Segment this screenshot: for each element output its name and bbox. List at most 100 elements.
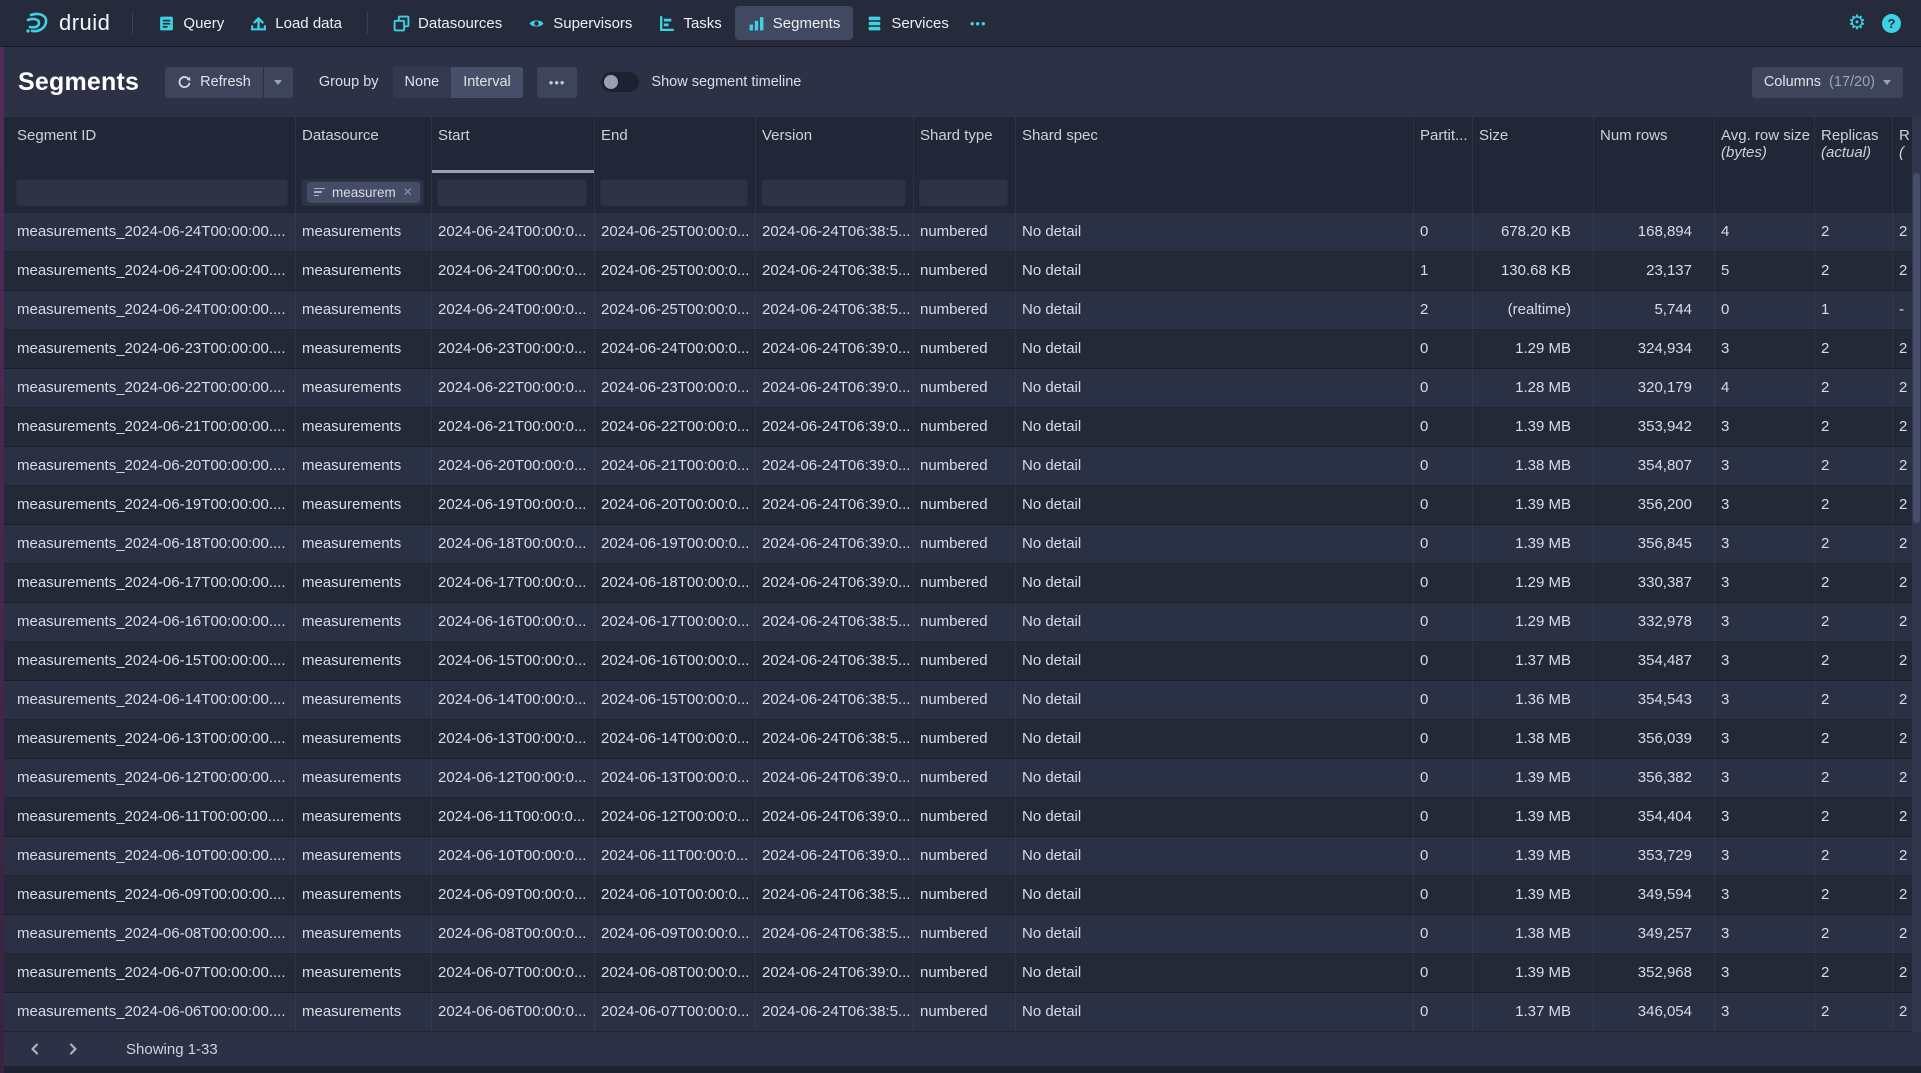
cell-version[interactable]: 2024-06-24T06:38:5... — [755, 603, 913, 641]
cell-num_rows[interactable]: 356,382 — [1593, 759, 1714, 797]
cell-end[interactable]: 2024-06-25T00:00:0... — [594, 291, 755, 329]
cell-shard_spec[interactable]: No detail — [1015, 993, 1413, 1031]
cell-end[interactable]: 2024-06-15T00:00:0... — [594, 681, 755, 719]
table-row[interactable]: measurements_2024-06-07T00:00:00....meas… — [0, 954, 1921, 993]
table-row[interactable]: measurements_2024-06-24T00:00:00....meas… — [0, 213, 1921, 252]
column-header-partition[interactable]: Partit... — [1413, 117, 1472, 173]
cell-shard_spec[interactable]: No detail — [1015, 915, 1413, 953]
cell-datasource[interactable]: measurements — [295, 642, 431, 680]
cell-version[interactable]: 2024-06-24T06:39:0... — [755, 759, 913, 797]
cell-end[interactable]: 2024-06-19T00:00:0... — [594, 525, 755, 563]
cell-partition[interactable]: 0 — [1413, 564, 1472, 602]
column-header-num_rows[interactable]: Num rows — [1593, 117, 1714, 173]
cell-size[interactable]: 1.28 MB — [1472, 369, 1593, 407]
cell-avg_row_size[interactable]: 3 — [1714, 525, 1814, 563]
cell-replicas[interactable]: 2 — [1814, 915, 1892, 953]
cell-datasource[interactable]: measurements — [295, 798, 431, 836]
cell-datasource[interactable]: measurements — [295, 603, 431, 641]
cell-version[interactable]: 2024-06-24T06:39:0... — [755, 954, 913, 992]
cell-replicas[interactable]: 2 — [1814, 642, 1892, 680]
cell-shard_spec[interactable]: No detail — [1015, 603, 1413, 641]
cell-id[interactable]: measurements_2024-06-22T00:00:00.... — [11, 369, 295, 407]
cell-start[interactable]: 2024-06-23T00:00:0... — [431, 330, 594, 368]
table-row[interactable]: measurements_2024-06-18T00:00:00....meas… — [0, 525, 1921, 564]
cell-size[interactable]: 1.38 MB — [1472, 720, 1593, 758]
cell-shard_type[interactable]: numbered — [913, 525, 1015, 563]
cell-partition[interactable]: 0 — [1413, 525, 1472, 563]
column-header-start[interactable]: Start — [431, 117, 594, 173]
group-by-none-button[interactable]: None — [393, 67, 452, 98]
cell-partition[interactable]: 0 — [1413, 915, 1472, 953]
cell-num_rows[interactable]: 332,978 — [1593, 603, 1714, 641]
cell-size[interactable]: 1.39 MB — [1472, 876, 1593, 914]
cell-num_rows[interactable]: 356,200 — [1593, 486, 1714, 524]
cell-end[interactable]: 2024-06-25T00:00:0... — [594, 213, 755, 251]
cell-version[interactable]: 2024-06-24T06:39:0... — [755, 408, 913, 446]
datasource-filter-chip[interactable]: measurem✕ — [307, 182, 420, 203]
cell-shard_spec[interactable]: No detail — [1015, 720, 1413, 758]
cell-num_rows[interactable]: 353,729 — [1593, 837, 1714, 875]
cell-version[interactable]: 2024-06-24T06:38:5... — [755, 291, 913, 329]
cell-end[interactable]: 2024-06-25T00:00:0... — [594, 252, 755, 290]
cell-version[interactable]: 2024-06-24T06:39:0... — [755, 837, 913, 875]
cell-id[interactable]: measurements_2024-06-24T00:00:00.... — [11, 213, 295, 251]
close-icon[interactable]: ✕ — [403, 185, 413, 199]
column-header-size[interactable]: Size — [1472, 117, 1593, 173]
group-by-interval-button[interactable]: Interval — [451, 67, 523, 98]
cell-id[interactable]: measurements_2024-06-10T00:00:00.... — [11, 837, 295, 875]
cell-num_rows[interactable]: 356,845 — [1593, 525, 1714, 563]
cell-shard_spec[interactable]: No detail — [1015, 681, 1413, 719]
cell-start[interactable]: 2024-06-11T00:00:0... — [431, 798, 594, 836]
cell-start[interactable]: 2024-06-09T00:00:0... — [431, 876, 594, 914]
cell-num_rows[interactable]: 354,404 — [1593, 798, 1714, 836]
cell-partition[interactable]: 0 — [1413, 759, 1472, 797]
cell-version[interactable]: 2024-06-24T06:39:0... — [755, 330, 913, 368]
cell-num_rows[interactable]: 353,942 — [1593, 408, 1714, 446]
cell-version[interactable]: 2024-06-24T06:38:5... — [755, 993, 913, 1031]
columns-picker-button[interactable]: Columns (17/20) — [1752, 67, 1903, 98]
cell-num_rows[interactable]: 346,054 — [1593, 993, 1714, 1031]
cell-partition[interactable]: 0 — [1413, 408, 1472, 446]
cell-num_rows[interactable]: 352,968 — [1593, 954, 1714, 992]
cell-datasource[interactable]: measurements — [295, 720, 431, 758]
table-row[interactable]: measurements_2024-06-19T00:00:00....meas… — [0, 486, 1921, 525]
cell-partition[interactable]: 2 — [1413, 291, 1472, 329]
table-row[interactable]: measurements_2024-06-09T00:00:00....meas… — [0, 876, 1921, 915]
cell-avg_row_size[interactable]: 3 — [1714, 720, 1814, 758]
cell-shard_spec[interactable]: No detail — [1015, 486, 1413, 524]
cell-id[interactable]: measurements_2024-06-08T00:00:00.... — [11, 915, 295, 953]
cell-size[interactable]: 1.29 MB — [1472, 330, 1593, 368]
cell-avg_row_size[interactable]: 3 — [1714, 603, 1814, 641]
filter-input-version[interactable] — [761, 178, 906, 206]
cell-id[interactable]: measurements_2024-06-09T00:00:00.... — [11, 876, 295, 914]
help-icon[interactable]: ? — [1882, 14, 1901, 33]
cell-id[interactable]: measurements_2024-06-15T00:00:00.... — [11, 642, 295, 680]
cell-avg_row_size[interactable]: 3 — [1714, 564, 1814, 602]
refresh-interval-dropdown[interactable] — [263, 67, 293, 98]
cell-replicas[interactable]: 2 — [1814, 252, 1892, 290]
cell-end[interactable]: 2024-06-13T00:00:0... — [594, 759, 755, 797]
cell-num_rows[interactable]: 168,894 — [1593, 213, 1714, 251]
cell-replicas[interactable]: 2 — [1814, 486, 1892, 524]
cell-num_rows[interactable]: 320,179 — [1593, 369, 1714, 407]
more-options-button[interactable]: ••• — [537, 67, 578, 98]
cell-datasource[interactable]: measurements — [295, 564, 431, 602]
cell-replicas[interactable]: 2 — [1814, 564, 1892, 602]
cell-shard_type[interactable]: numbered — [913, 486, 1015, 524]
cell-id[interactable]: measurements_2024-06-14T00:00:00.... — [11, 681, 295, 719]
cell-avg_row_size[interactable]: 3 — [1714, 876, 1814, 914]
cell-shard_spec[interactable]: No detail — [1015, 876, 1413, 914]
cell-shard_type[interactable]: numbered — [913, 915, 1015, 953]
table-row[interactable]: measurements_2024-06-17T00:00:00....meas… — [0, 564, 1921, 603]
cell-avg_row_size[interactable]: 0 — [1714, 291, 1814, 329]
table-row[interactable]: measurements_2024-06-15T00:00:00....meas… — [0, 642, 1921, 681]
cell-partition[interactable]: 0 — [1413, 369, 1472, 407]
table-row[interactable]: measurements_2024-06-16T00:00:00....meas… — [0, 603, 1921, 642]
cell-shard_type[interactable]: numbered — [913, 720, 1015, 758]
cell-num_rows[interactable]: 356,039 — [1593, 720, 1714, 758]
column-header-version[interactable]: Version — [755, 117, 913, 173]
cell-start[interactable]: 2024-06-08T00:00:0... — [431, 915, 594, 953]
table-row[interactable]: measurements_2024-06-14T00:00:00....meas… — [0, 681, 1921, 720]
cell-id[interactable]: measurements_2024-06-24T00:00:00.... — [11, 291, 295, 329]
cell-shard_spec[interactable]: No detail — [1015, 954, 1413, 992]
